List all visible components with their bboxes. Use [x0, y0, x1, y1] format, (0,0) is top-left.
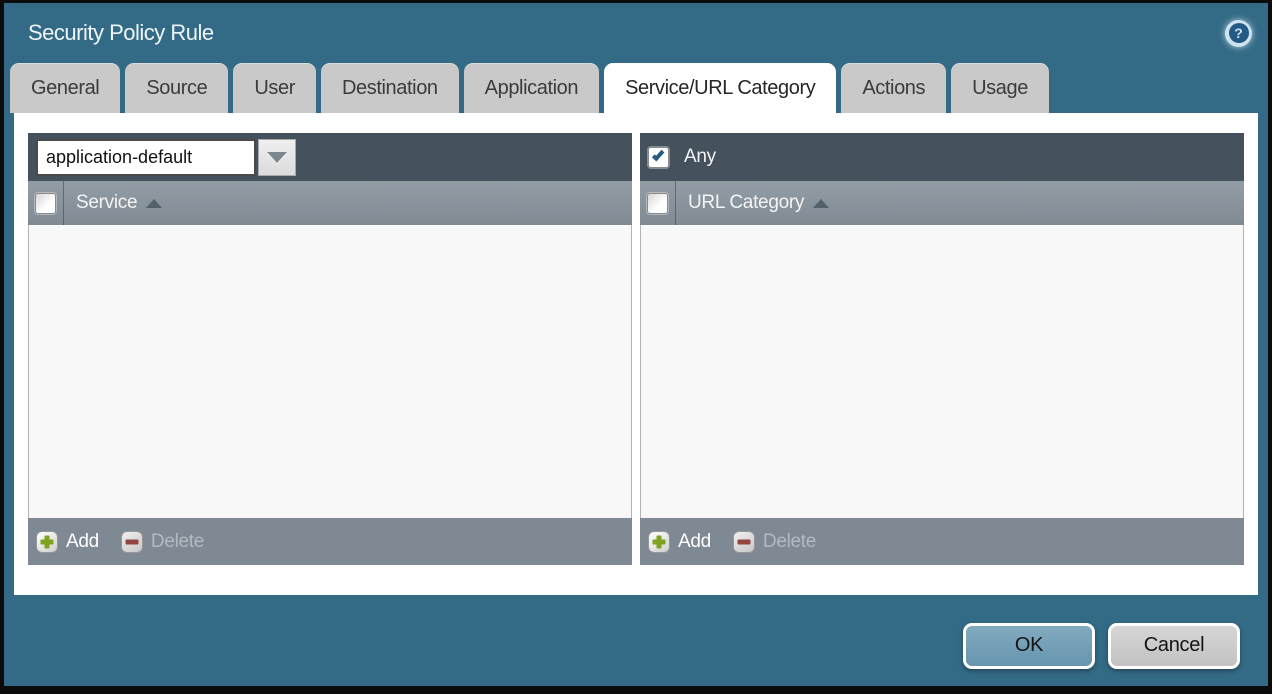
- question-mark-glyph: ?: [1229, 23, 1249, 43]
- tab-application[interactable]: Application: [464, 63, 599, 113]
- url-category-add-button[interactable]: Add: [648, 531, 711, 553]
- tab-strip: General Source User Destination Applicat…: [4, 63, 1268, 113]
- cancel-button[interactable]: Cancel: [1108, 623, 1240, 669]
- service-column-label: Service: [76, 192, 137, 214]
- any-checkbox[interactable]: [648, 147, 669, 168]
- any-label: Any: [684, 146, 716, 168]
- service-panel: application-default Service: [28, 133, 632, 565]
- tab-general[interactable]: General: [10, 63, 120, 113]
- tab-actions[interactable]: Actions: [841, 63, 946, 113]
- url-category-panel-header: Any: [640, 133, 1244, 181]
- tab-destination[interactable]: Destination: [321, 63, 459, 113]
- tab-usage[interactable]: Usage: [951, 63, 1049, 113]
- sort-ascending-icon: [813, 199, 829, 208]
- service-toolbar: Add Delete: [28, 518, 632, 565]
- tab-content-area: application-default Service: [14, 113, 1258, 595]
- service-select-all-checkbox[interactable]: [35, 193, 56, 214]
- service-type-input[interactable]: application-default: [36, 139, 256, 176]
- service-add-button[interactable]: Add: [36, 531, 99, 553]
- url-category-toolbar: Add Delete: [640, 518, 1244, 565]
- tab-user[interactable]: User: [233, 63, 316, 113]
- service-delete-button[interactable]: Delete: [121, 531, 204, 553]
- sort-ascending-icon: [146, 199, 162, 208]
- help-icon[interactable]: ?: [1225, 20, 1252, 47]
- url-category-column-label: URL Category: [688, 192, 804, 214]
- dialog-title: Security Policy Rule: [28, 20, 214, 46]
- ok-button[interactable]: OK: [963, 623, 1095, 669]
- minus-icon: [121, 531, 143, 553]
- any-row: Any: [648, 146, 716, 168]
- service-type-dropdown-button[interactable]: [258, 139, 296, 176]
- service-column-header[interactable]: Service: [28, 181, 632, 225]
- url-category-delete-button[interactable]: Delete: [733, 531, 816, 553]
- plus-icon: [36, 531, 58, 553]
- url-category-column-header[interactable]: URL Category: [640, 181, 1244, 225]
- url-category-select-all-cell: [640, 181, 676, 225]
- plus-icon: [648, 531, 670, 553]
- url-category-select-all-checkbox[interactable]: [647, 193, 668, 214]
- chevron-down-icon: [267, 152, 287, 163]
- checkmark-icon: [651, 148, 663, 161]
- url-category-list-area: [640, 225, 1244, 518]
- panels-row: application-default Service: [28, 133, 1244, 565]
- service-type-combobox: application-default: [36, 139, 296, 176]
- dialog-button-bar: OK Cancel: [4, 595, 1268, 686]
- tab-service-url-category[interactable]: Service/URL Category: [604, 63, 836, 113]
- service-select-all-cell: [28, 181, 64, 225]
- service-panel-header: application-default: [28, 133, 632, 181]
- tab-source[interactable]: Source: [125, 63, 228, 113]
- service-list-area: [28, 225, 632, 518]
- minus-icon: [733, 531, 755, 553]
- url-category-panel: Any URL Category Add: [640, 133, 1244, 565]
- security-policy-rule-dialog: Security Policy Rule ? General Source Us…: [0, 0, 1272, 694]
- dialog-titlebar: Security Policy Rule ?: [4, 3, 1268, 63]
